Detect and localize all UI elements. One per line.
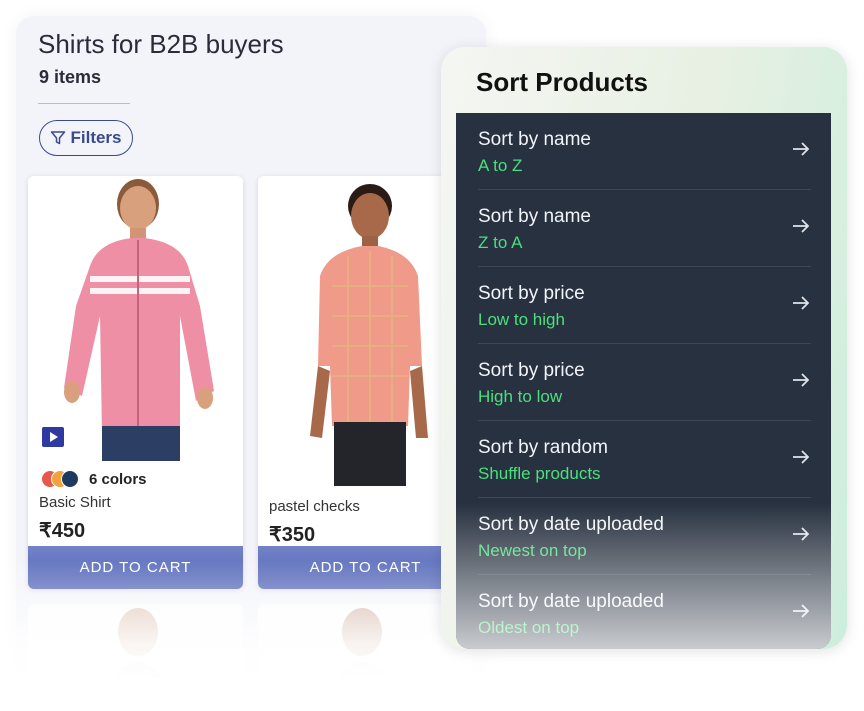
sort-option-name-asc[interactable]: Sort by name A to Z	[456, 113, 831, 190]
sort-panel-title: Sort Products	[476, 67, 648, 97]
sort-option-sub: A to Z	[478, 156, 523, 175]
sort-option-label: Sort by name	[478, 206, 591, 227]
filters-button[interactable]: Filters	[39, 120, 133, 156]
sort-option-sub: High to low	[478, 387, 563, 406]
filter-icon	[51, 131, 66, 145]
sort-option-sub: Shuffle products	[478, 464, 601, 483]
sort-option-name-desc[interactable]: Sort by name Z to A	[456, 190, 831, 267]
arrow-right-icon	[793, 527, 810, 541]
page-title: Shirts for B2B buyers	[38, 29, 284, 59]
sort-option-price-desc[interactable]: Sort by price High to low	[456, 344, 831, 421]
sort-option-label: Sort by date uploaded	[478, 514, 664, 535]
sort-option-sub: Low to high	[478, 310, 565, 329]
title-divider	[38, 103, 130, 104]
product-name[interactable]: Basic Shirt	[39, 494, 111, 511]
play-video-icon[interactable]	[42, 427, 64, 447]
product-card[interactable]: 6 colors Basic Shirt ₹450 ADD TO CART	[28, 176, 243, 589]
arrow-right-icon	[793, 219, 810, 233]
arrow-right-icon	[793, 373, 810, 387]
arrow-right-icon	[793, 450, 810, 464]
sort-option-sub: Oldest on top	[478, 618, 580, 637]
sort-options-list: Sort by name A to Z Sort by name Z to A …	[456, 113, 831, 649]
colors-count: 6 colors	[89, 471, 147, 488]
arrow-right-icon	[793, 604, 810, 618]
filters-label: Filters	[70, 128, 122, 147]
sort-option-date-newest[interactable]: Sort by date uploaded Newest on top	[456, 498, 831, 575]
sort-option-price-asc[interactable]: Sort by price Low to high	[456, 267, 831, 344]
product-photo[interactable]	[28, 176, 243, 461]
product-price: ₹350	[269, 524, 316, 546]
sort-option-label: Sort by random	[478, 437, 608, 458]
sort-option-label: Sort by price	[478, 283, 585, 304]
sort-option-label: Sort by name	[478, 129, 591, 150]
color-swatches	[41, 470, 81, 488]
sort-products-panel: Sort Products Sort by name A to Z Sort b…	[441, 47, 847, 649]
product-price: ₹450	[39, 520, 86, 542]
product-name[interactable]: pastel checks	[269, 498, 360, 515]
arrow-right-icon	[793, 296, 810, 310]
sort-option-sub: Newest on top	[478, 541, 587, 560]
sort-option-label: Sort by date uploaded	[478, 591, 664, 612]
color-swatch	[61, 470, 79, 488]
sort-option-date-oldest[interactable]: Sort by date uploaded Oldest on top	[456, 575, 831, 649]
sort-option-sub: Z to A	[478, 233, 523, 252]
item-count: 9 items	[39, 67, 102, 87]
arrow-right-icon	[793, 142, 810, 156]
sort-option-random[interactable]: Sort by random Shuffle products	[456, 421, 831, 498]
sort-option-label: Sort by price	[478, 360, 585, 381]
